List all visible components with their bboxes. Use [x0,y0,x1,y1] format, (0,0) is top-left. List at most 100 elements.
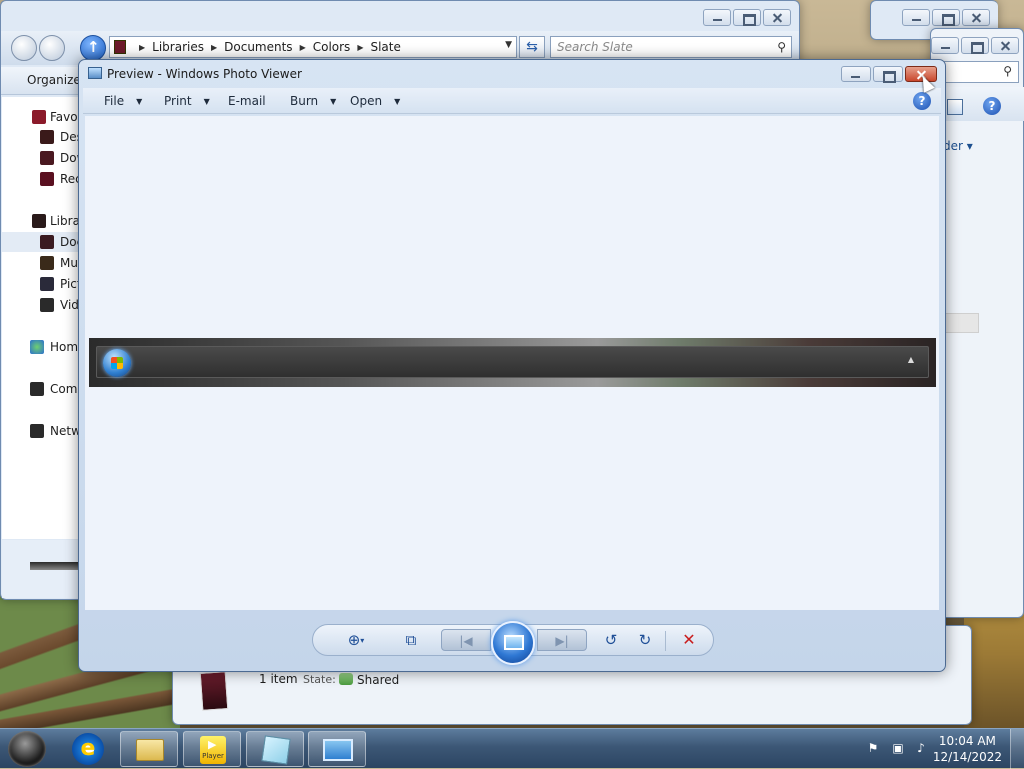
search-icon: ⚲ [1003,64,1012,78]
taskbar: e Player ⚑ ▣ ♪ 10:04 AM 12/14/2022 [0,728,1024,769]
clock-date: 12/14/2022 [932,750,1002,764]
volume-icon[interactable]: ♪ [914,741,928,755]
menu-burn[interactable]: Burn ▼ [290,94,336,108]
nav-favorites[interactable]: Favorites [2,107,80,127]
menu-file[interactable]: File ▼ [104,94,142,108]
network-icon [30,424,44,438]
back-button[interactable] [11,35,37,61]
nav-pictures[interactable]: Pictures [2,274,80,294]
maximize-button[interactable] [733,9,761,26]
favorites-star-icon [32,110,46,124]
minimize-button[interactable] [703,9,731,26]
nav-computer[interactable]: Computer [2,379,80,399]
help-icon[interactable]: ? [983,97,1001,115]
taskbar-button-explorer[interactable] [120,731,178,767]
nav-downloads[interactable]: Downloads [2,148,80,168]
breadcrumb-colors[interactable]: Colors [313,40,351,54]
zoom-icon[interactable]: ⊕▾ [339,629,373,651]
library-icon [114,40,126,54]
separator [665,631,666,651]
maximize-button[interactable] [961,37,989,54]
menu-email[interactable]: E-mail [228,94,266,108]
maximize-button[interactable] [873,66,903,83]
actual-size-icon[interactable]: ⧉ [397,629,425,651]
chevron-up-icon: ▲ [907,355,914,364]
recent-places-icon [40,172,54,186]
window-title: Preview - Windows Photo Viewer [107,67,302,81]
image-canvas[interactable]: ▲ [85,116,939,610]
slideshow-icon[interactable] [491,621,535,665]
close-button[interactable] [991,37,1019,54]
nav-libraries[interactable]: Libraries [2,211,80,231]
show-desktop-button[interactable] [1010,729,1024,769]
pictures-icon [40,277,54,291]
nav-music[interactable]: Music [2,253,80,273]
minimize-button[interactable] [931,37,959,54]
forward-button[interactable] [39,35,65,61]
up-button[interactable] [80,35,106,61]
close-button[interactable] [763,9,791,26]
menu-bar: File ▼ Print ▼ E-mail Burn ▼ Open ▼ ? [83,88,941,114]
state-label: State: [303,673,336,686]
image-taskbar-strip: ▲ [96,346,929,378]
breadcrumb-slate[interactable]: Slate [370,40,400,54]
breadcrumb-documents[interactable]: Documents [224,40,292,54]
taskbar-button-photo-viewer[interactable] [308,731,366,767]
close-button[interactable] [962,9,990,26]
internet-explorer-icon[interactable]: e [72,733,104,765]
menu-print[interactable]: Print ▼ [164,94,210,108]
minimize-button[interactable] [841,66,871,82]
taskbar-button-player[interactable]: Player [183,731,241,767]
taskbar-button-notepad[interactable] [246,731,304,767]
downloads-icon [40,151,54,165]
action-center-flag-icon[interactable]: ⚑ [866,741,880,755]
file-thumbnail [199,671,229,711]
player-label: Player [202,752,224,760]
homegroup-icon [30,340,44,354]
nav-network[interactable]: Network [2,421,80,441]
menu-open[interactable]: Open ▼ [350,94,400,108]
nav-recent-places[interactable]: Recent Places [2,169,80,189]
address-dropdown-icon[interactable]: ▼ [505,40,512,50]
nav-desktop[interactable]: Desktop [2,127,80,147]
details-pane [2,540,80,598]
minimize-button[interactable] [902,9,930,26]
rotate-counterclockwise-icon[interactable]: ↺ [597,629,625,651]
help-icon[interactable]: ? [913,92,931,110]
nav-videos[interactable]: Videos [2,295,80,315]
nav-documents[interactable]: Documents [2,232,80,252]
next-icon[interactable]: ▶| [537,629,587,651]
shared-icon [339,673,353,685]
previous-icon[interactable]: |◀ [441,629,491,651]
playback-controls: ⊕▾ ⧉ |◀ ▶| ↺ ↻ ✕ [312,621,714,665]
photo-viewer-window[interactable]: Preview - Windows Photo Viewer File ▼ Pri… [78,59,946,672]
chevron-down-icon: ▼ [394,97,401,106]
music-icon [40,256,54,270]
nav-homegroup[interactable]: Homegroup [2,337,80,357]
breadcrumb-libraries[interactable]: Libraries [152,40,204,54]
computer-icon [30,382,44,396]
preview-pane-icon[interactable] [947,99,963,115]
window-caption-buttons [902,9,990,26]
search-input[interactable]: Search Slate ⚲ [550,36,792,58]
videos-icon [40,298,54,312]
window-caption-buttons [703,9,791,26]
chevron-down-icon: ▼ [136,97,143,106]
arrange-by-dropdown[interactable]: der ▾ [943,139,973,153]
clock[interactable]: 10:04 AM 12/14/2022 [933,733,1002,765]
address-bar[interactable]: ▶ Libraries ▶ Documents ▶ Colors ▶ Slate… [109,36,517,58]
refresh-button[interactable]: ⇆ [519,36,545,58]
network-icon[interactable]: ▣ [891,741,905,755]
windows-explorer-icon [136,739,164,761]
documents-icon [40,235,54,249]
state-value: Shared [357,673,400,687]
delete-icon[interactable]: ✕ [675,629,703,651]
maximize-button[interactable] [932,9,960,26]
navigation-pane: Favorites Desktop Downloads Recent Place… [2,97,80,539]
preview-image: ▲ [89,338,936,387]
organize-label: Organize [27,73,81,87]
search-placeholder: Search Slate [557,40,633,54]
organize-button[interactable]: Organize [1,67,81,95]
rotate-clockwise-icon[interactable]: ↻ [631,629,659,651]
start-button[interactable] [8,731,46,767]
